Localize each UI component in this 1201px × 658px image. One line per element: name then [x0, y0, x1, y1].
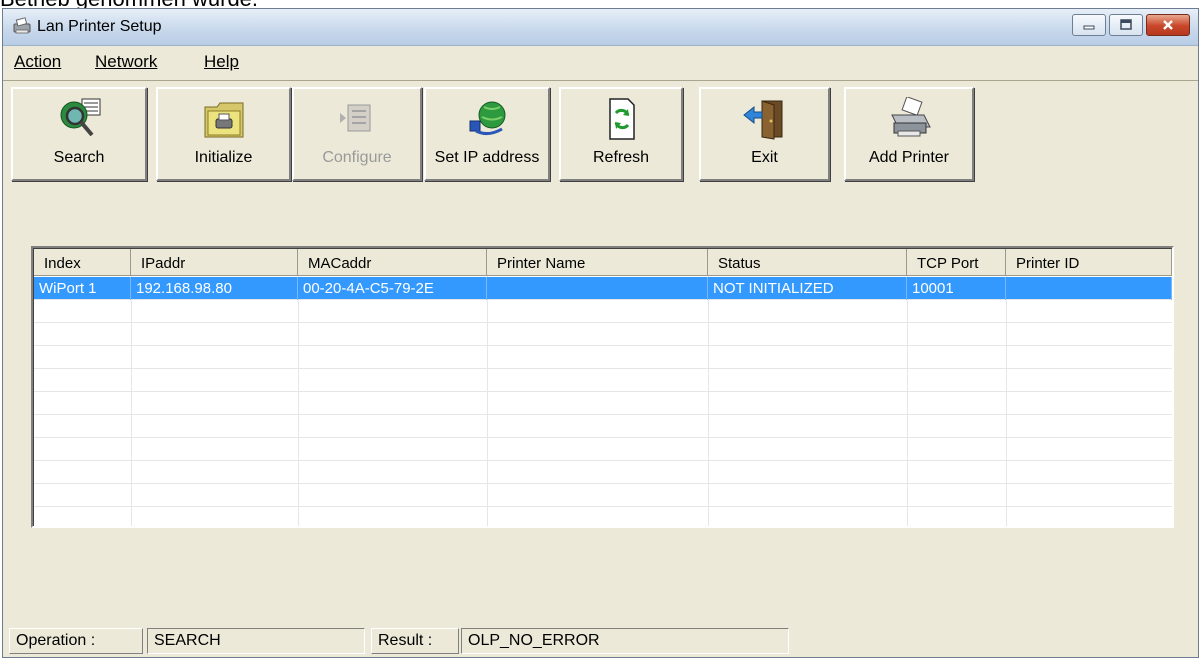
- column-header-macaddr[interactable]: MACaddr: [298, 249, 487, 276]
- refresh-button[interactable]: Refresh: [559, 87, 683, 181]
- configure-button-label: Configure: [322, 149, 392, 166]
- title-bar[interactable]: Lan Printer Setup: [3, 9, 1198, 46]
- cell-printer-id: [1006, 277, 1172, 300]
- empty-row: [34, 392, 1172, 415]
- cell-tcp-port: 10001: [907, 277, 1006, 300]
- empty-row: [34, 484, 1172, 507]
- empty-row: [34, 438, 1172, 461]
- maximize-button[interactable]: [1109, 14, 1143, 36]
- menu-help-label: Help: [204, 52, 239, 71]
- set-ip-address-button[interactable]: Set IP address: [424, 87, 550, 181]
- cell-status: NOT INITIALIZED: [708, 277, 907, 300]
- empty-row: [34, 369, 1172, 392]
- search-button[interactable]: Search: [11, 87, 147, 181]
- column-header-ipaddr[interactable]: IPaddr: [131, 249, 298, 276]
- refresh-icon: [609, 98, 635, 140]
- window-controls: [1072, 14, 1190, 36]
- empty-row: [34, 300, 1172, 323]
- printer-folder-icon: [204, 102, 243, 138]
- menu-network-label: Network: [95, 52, 158, 71]
- empty-row: [34, 323, 1172, 346]
- window-title: Lan Printer Setup: [37, 18, 162, 35]
- column-header-index[interactable]: Index: [34, 249, 131, 276]
- add-printer-button-label: Add Printer: [868, 149, 950, 166]
- configure-icon: [340, 104, 371, 132]
- cell-macaddr: 00-20-4A-C5-79-2E: [298, 277, 487, 300]
- exit-button-label: Exit: [751, 149, 778, 166]
- close-button[interactable]: [1146, 14, 1190, 36]
- initialize-button[interactable]: Initialize: [156, 87, 291, 181]
- menu-action-label: Action: [14, 52, 62, 71]
- menu-help[interactable]: Help: [204, 52, 239, 72]
- initialize-button-label: Initialize: [194, 149, 253, 166]
- network-globe-icon: [469, 101, 506, 136]
- column-header-tcp-port[interactable]: TCP Port: [907, 249, 1006, 276]
- column-header-printer-name[interactable]: Printer Name: [487, 249, 708, 276]
- maximize-icon: [1120, 19, 1132, 30]
- set-ip-address-button-label: Set IP address: [434, 149, 540, 166]
- search-globe-icon: [60, 98, 101, 137]
- empty-row: [34, 415, 1172, 438]
- menu-network[interactable]: Network: [95, 52, 157, 72]
- cell-printer-name: [487, 277, 708, 300]
- search-button-label: Search: [53, 149, 105, 166]
- empty-row: [34, 461, 1172, 484]
- menu-bar: Action Network Help: [3, 46, 1198, 81]
- lan-printer-setup-window: Lan Printer Setup Action Network Help Se…: [2, 8, 1199, 658]
- refresh-button-label: Refresh: [592, 149, 650, 166]
- printer-list[interactable]: Index IPaddr MACaddr Printer Name Status…: [31, 246, 1174, 528]
- menu-action[interactable]: Action: [14, 52, 61, 72]
- cell-index: WiPort 1: [34, 277, 131, 300]
- exit-door-icon: [742, 100, 782, 140]
- close-icon: [1163, 20, 1173, 30]
- toolbar: Search Initialize Configure Set IP addre…: [3, 81, 1198, 191]
- empty-row: [34, 507, 1172, 526]
- add-printer-button[interactable]: Add Printer: [844, 87, 974, 181]
- minimize-button[interactable]: [1072, 14, 1106, 36]
- result-value: OLP_NO_ERROR: [461, 628, 789, 654]
- printer-icon: [13, 17, 31, 34]
- operation-label: Operation :: [9, 628, 143, 654]
- operation-value: SEARCH: [147, 628, 365, 654]
- cell-ipaddr: 192.168.98.80: [131, 277, 298, 300]
- add-printer-icon: [891, 97, 931, 137]
- table-row[interactable]: WiPort 1 192.168.98.80 00-20-4A-C5-79-2E…: [34, 277, 1172, 300]
- column-header-status[interactable]: Status: [708, 249, 907, 276]
- column-header-printer-id[interactable]: Printer ID: [1006, 249, 1172, 276]
- status-bar: Operation : SEARCH Result : OLP_NO_ERROR: [3, 624, 1198, 655]
- minimize-icon: [1083, 25, 1095, 30]
- exit-button[interactable]: Exit: [699, 87, 830, 181]
- empty-row: [34, 346, 1172, 369]
- configure-button[interactable]: Configure: [292, 87, 422, 181]
- result-label: Result :: [371, 628, 459, 654]
